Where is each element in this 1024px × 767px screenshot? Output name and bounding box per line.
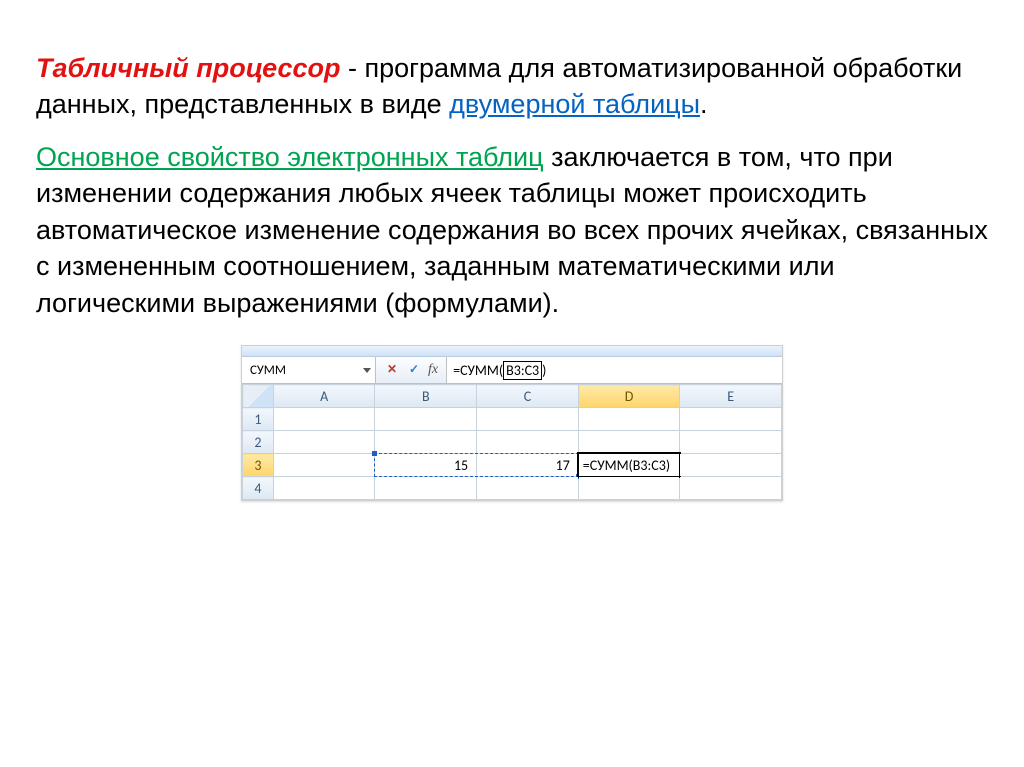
row-3: 3 15 17 =СУММ(B3:C3) [243, 454, 782, 477]
cell-e4[interactable] [680, 477, 782, 500]
cell-c3-value: 17 [477, 457, 578, 474]
excel-screenshot: СУММ ✕ ✓ fx =СУММ(B3:C3) A B C D [241, 345, 783, 501]
col-header-d[interactable]: D [578, 385, 680, 408]
cell-c1[interactable] [477, 408, 579, 431]
name-box[interactable]: СУММ [250, 363, 359, 378]
cell-e3[interactable] [680, 454, 782, 477]
cell-a1[interactable] [273, 408, 375, 431]
enter-icon[interactable]: ✓ [406, 362, 422, 378]
formula-suffix: ) [542, 362, 546, 379]
cell-c3[interactable]: 17 [477, 454, 579, 477]
row-4: 4 [243, 477, 782, 500]
name-box-wrap[interactable]: СУММ [242, 357, 376, 383]
link-main-property: Основное свойство электронных таблиц [36, 142, 544, 172]
paragraph-1: Табличный процессор - программа для авто… [36, 50, 988, 123]
formula-input[interactable]: =СУММ(B3:C3) [447, 357, 782, 383]
select-all-corner[interactable] [243, 385, 274, 408]
link-2d-table: двумерной таблицы [449, 89, 700, 119]
formula-arg: B3:C3 [503, 361, 542, 380]
slide-content: Табличный процессор - программа для авто… [0, 0, 1024, 501]
cell-e2[interactable] [680, 431, 782, 454]
row-header-3[interactable]: 3 [243, 454, 274, 477]
col-header-c[interactable]: C [477, 385, 579, 408]
cell-d3-editor[interactable]: =СУММ(B3:C3) [577, 452, 682, 478]
cell-b3[interactable]: 15 [375, 454, 477, 477]
fx-icon[interactable]: fx [428, 362, 438, 378]
col-header-b[interactable]: B [375, 385, 477, 408]
row-header-1[interactable]: 1 [243, 408, 274, 431]
cell-a2[interactable] [273, 431, 375, 454]
formula-prefix: =СУММ( [453, 362, 503, 379]
cell-c4[interactable] [477, 477, 579, 500]
cell-b1[interactable] [375, 408, 477, 431]
spreadsheet-grid: A B C D E 1 2 [242, 384, 782, 500]
cell-e1[interactable] [680, 408, 782, 431]
cell-b2[interactable] [375, 431, 477, 454]
cell-d2[interactable] [578, 431, 680, 454]
cell-a4[interactable] [273, 477, 375, 500]
cancel-icon[interactable]: ✕ [384, 362, 400, 378]
row-1: 1 [243, 408, 782, 431]
cell-b4[interactable] [375, 477, 477, 500]
paragraph-2: Основное свойство электронных таблиц зак… [36, 139, 988, 321]
row-2: 2 [243, 431, 782, 454]
col-header-a[interactable]: A [273, 385, 375, 408]
p1-dot: . [700, 89, 708, 119]
column-header-row: A B C D E [243, 385, 782, 408]
cell-d4[interactable] [578, 477, 680, 500]
selection-handle [372, 451, 377, 456]
term-title: Табличный процессор [36, 53, 341, 83]
cell-b3-value: 15 [375, 457, 476, 474]
cell-d3[interactable]: =СУММ(B3:C3) [578, 454, 680, 477]
col-header-e[interactable]: E [680, 385, 782, 408]
cell-a3[interactable] [273, 454, 375, 477]
ribbon-strip [242, 346, 782, 357]
name-box-dropdown-icon[interactable] [363, 368, 371, 373]
row-header-2[interactable]: 2 [243, 431, 274, 454]
row-header-4[interactable]: 4 [243, 477, 274, 500]
formula-controls: ✕ ✓ fx [376, 357, 447, 383]
formula-bar: СУММ ✕ ✓ fx =СУММ(B3:C3) [242, 357, 782, 384]
cell-d1[interactable] [578, 408, 680, 431]
cell-c2[interactable] [477, 431, 579, 454]
